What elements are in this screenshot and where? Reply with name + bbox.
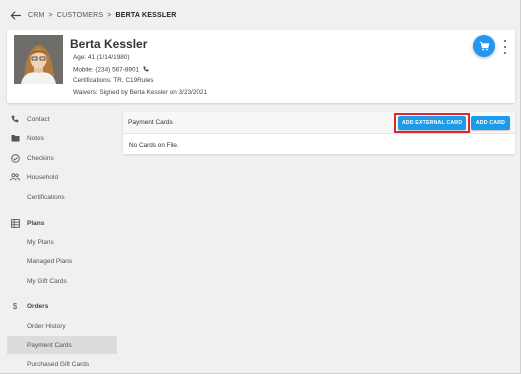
sidebar-item-label: Certifications (27, 193, 65, 201)
sidebar-item-label: Contact (27, 115, 50, 123)
cart-icon (479, 41, 489, 50)
sidebar-item-label: My Plans (27, 238, 54, 246)
cart-button[interactable] (473, 35, 495, 57)
sidebar-section-orders[interactable]: $ Orders (7, 297, 117, 315)
breadcrumb-crm[interactable]: CRM (28, 12, 45, 19)
breadcrumb-separator: > (107, 11, 112, 19)
payment-cards-panel: Payment Cards ADD EXTERNAL CARD ADD CARD… (123, 112, 515, 154)
people-icon (8, 173, 22, 181)
back-arrow-icon[interactable] (8, 8, 22, 22)
sidebar-item-label: Checkins (27, 154, 54, 162)
customer-name: Berta Kessler (70, 37, 148, 51)
breadcrumb-current: BERTA KESSLER (115, 11, 177, 19)
sidebar-item-label: Plans (27, 219, 45, 227)
sidebar-item-label: Purchased Gift Cards (27, 360, 90, 368)
sidebar-item-my-plans[interactable]: My Plans (7, 233, 117, 251)
no-cards-message: No Cards on File. (129, 142, 179, 149)
folder-icon (8, 134, 22, 142)
customer-waivers: Waivers: Signed by Berta Kessler on 3/23… (73, 89, 208, 96)
customer-certifications: Certifications: TR, C19Rules (73, 77, 154, 84)
grid-icon (8, 218, 22, 228)
sidebar-item-label: Orders (27, 302, 49, 310)
sidebar-item-label: Household (27, 173, 59, 181)
breadcrumb: CRM > CUSTOMERS > BERTA KESSLER (8, 7, 177, 23)
sidebar-item-label: Notes (27, 134, 44, 142)
dollar-icon: $ (12, 301, 18, 311)
avatar (14, 35, 63, 84)
sidebar-item-household[interactable]: Household (7, 168, 117, 186)
customer-profile-card: Berta Kessler Age: 41 (1/14/1980) Mobile… (7, 30, 515, 103)
sidebar-item-payment-cards[interactable]: Payment Cards (7, 336, 117, 354)
customer-age: Age: 41 (1/14/1980) (73, 54, 130, 61)
customer-mobile: Mobile: (234) 567-8901 (73, 66, 140, 74)
payment-cards-header: Payment Cards ADD EXTERNAL CARD ADD CARD (123, 112, 515, 134)
sidebar-item-order-history[interactable]: Order History (7, 317, 117, 335)
sidebar-item-label: Payment Cards (27, 341, 72, 349)
sidebar-item-label: Managed Plans (27, 257, 73, 265)
customer-mobile-line: Mobile: (234) 567-8901 (73, 66, 149, 74)
sidebar-item-contact[interactable]: Contact (7, 110, 117, 128)
sidebar-item-label: My Gift Cards (27, 277, 67, 285)
sidebar-item-managed-plans[interactable]: Managed Plans (7, 252, 117, 270)
sidebar-section-plans[interactable]: Plans (7, 214, 117, 232)
sidebar-item-my-gift-cards[interactable]: My Gift Cards (7, 272, 117, 290)
sidebar-item-label: Order History (27, 322, 66, 330)
sidebar-item-certifications[interactable]: Certifications (7, 188, 117, 206)
sidebar-item-notes[interactable]: Notes (7, 129, 117, 147)
breadcrumb-separator: > (48, 11, 53, 19)
check-circle-icon (8, 153, 22, 163)
add-external-card-button[interactable]: ADD EXTERNAL CARD (398, 116, 466, 130)
sidebar-item-purchased-gift-cards[interactable]: Purchased Gift Cards (7, 355, 117, 373)
phone-icon[interactable] (143, 66, 149, 74)
breadcrumb-customers[interactable]: CUSTOMERS (57, 12, 103, 19)
more-options-icon[interactable] (501, 40, 509, 54)
payment-cards-title: Payment Cards (128, 119, 173, 126)
sidebar-item-checkins[interactable]: Checkins (7, 149, 117, 167)
add-card-button[interactable]: ADD CARD (471, 116, 510, 130)
phone-icon (8, 115, 22, 123)
